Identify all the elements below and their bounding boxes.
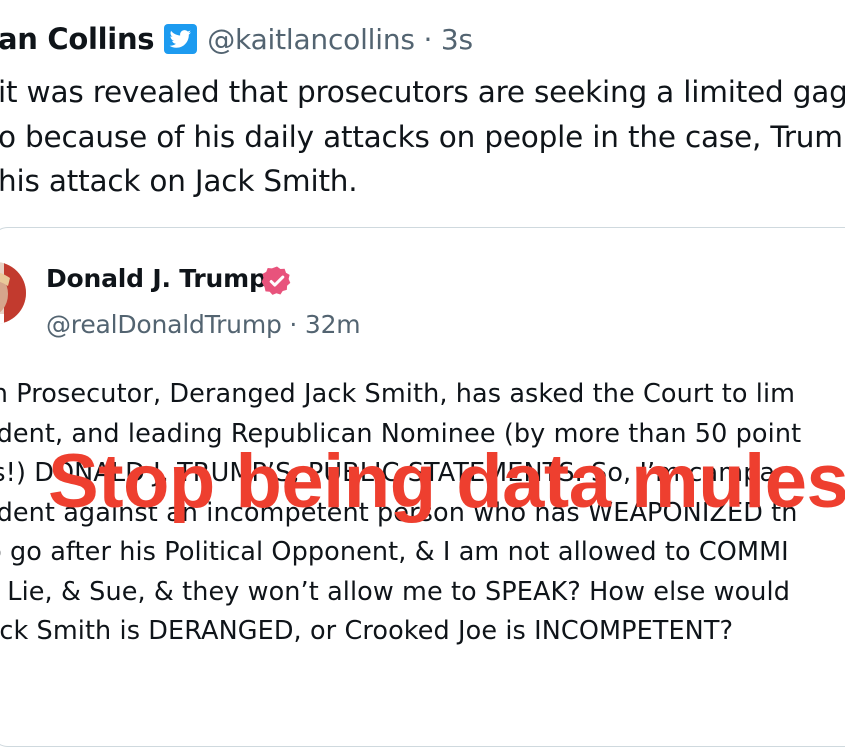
author-name[interactable]: an Collins (0, 22, 155, 56)
quoted-text-line: Jack Smith is DERANGED, or Crooked Joe i… (0, 616, 734, 646)
quoted-text-line: en Prosecutor, Deranged Jack Smith, has … (0, 379, 796, 409)
verified-badge-icon (261, 265, 293, 297)
quoted-text-line: to go after his Political Opponent, & I … (0, 537, 789, 567)
quoted-author-name[interactable]: Donald J. Trump (46, 264, 267, 293)
author-handle-timestamp[interactable]: @kaitlancollins · 3s (207, 23, 473, 56)
verified-twitter-icon (164, 24, 198, 54)
tweet-header: an Collins @kaitlancollins · 3s (0, 22, 473, 56)
tweet-body: it was revealed that prosecutors are see… (0, 70, 845, 204)
overlay-caption: Stop being data mules (48, 439, 845, 524)
tweet-text-line: it was revealed that prosecutors are see… (0, 75, 845, 109)
tweet-text-line: o because of his daily attacks on people… (0, 119, 843, 154)
tweet-text-line: his attack on Jack Smith. (0, 164, 358, 198)
quoted-author-handle-timestamp[interactable]: @realDonaldTrump · 32m (46, 310, 361, 339)
quoted-text-line: k, Lie, & Sue, & they won’t allow me to … (0, 576, 791, 607)
